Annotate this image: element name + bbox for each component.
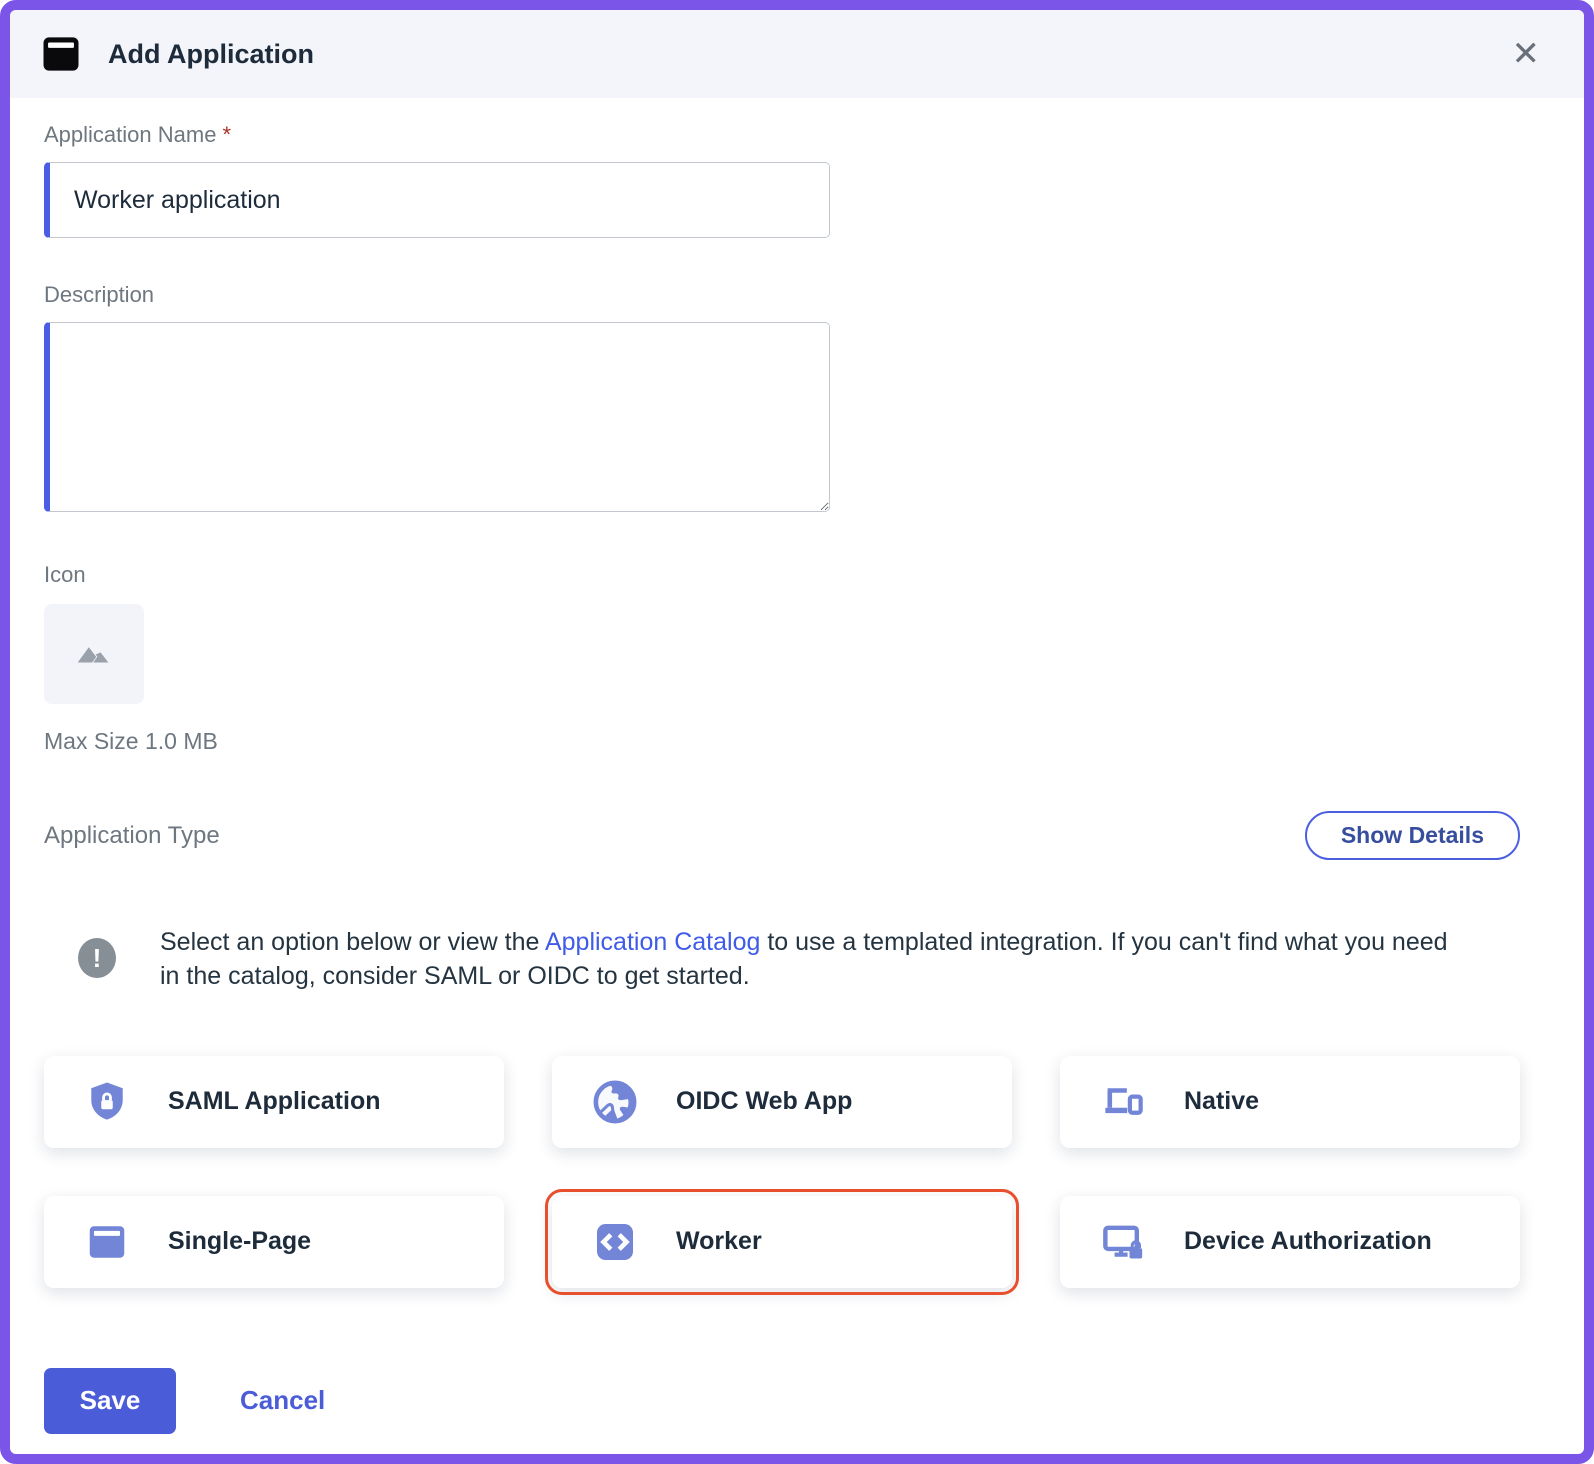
- close-icon[interactable]: ✕: [1512, 37, 1541, 71]
- modal-footer: Save Cancel: [44, 1368, 1520, 1434]
- icon-upload-area[interactable]: [44, 604, 144, 704]
- card-label: Worker: [676, 1227, 762, 1256]
- modal-title: Add Application: [108, 39, 314, 70]
- card-oidc-web-app[interactable]: OIDC Web App: [552, 1056, 1012, 1148]
- add-application-modal: Add Application ✕ Application Name* Desc…: [0, 0, 1594, 1464]
- icon-group: Icon Max Size 1.0 MB: [44, 562, 1520, 755]
- application-name-group: Application Name*: [44, 122, 1520, 238]
- description-label: Description: [44, 282, 154, 307]
- code-icon: [592, 1219, 638, 1265]
- card-native[interactable]: Native: [1060, 1056, 1520, 1148]
- globe-icon: [592, 1079, 638, 1125]
- show-details-button[interactable]: Show Details: [1305, 811, 1520, 860]
- card-label: Device Authorization: [1184, 1227, 1432, 1256]
- monitor-lock-icon: [1100, 1219, 1146, 1265]
- image-mountain-icon: [71, 629, 117, 680]
- notice-text: Select an option below or view the Appli…: [160, 926, 1460, 994]
- application-catalog-link[interactable]: Application Catalog: [545, 928, 760, 956]
- app-window-icon: [40, 33, 82, 75]
- application-type-grid: SAML Application OIDC Web App: [44, 1056, 1520, 1288]
- card-label: SAML Application: [168, 1087, 381, 1116]
- application-name-input[interactable]: [44, 162, 830, 238]
- description-group: Description: [44, 282, 1520, 512]
- save-button[interactable]: Save: [44, 1368, 176, 1434]
- shield-lock-icon: [84, 1079, 130, 1125]
- devices-icon: [1100, 1079, 1146, 1125]
- required-asterisk: *: [222, 122, 231, 147]
- card-worker[interactable]: Worker: [552, 1196, 1012, 1288]
- application-type-row: Application Type Show Details: [44, 811, 1520, 860]
- max-size-text: Max Size 1.0 MB: [44, 728, 1520, 755]
- card-label: Single-Page: [168, 1227, 311, 1256]
- browser-icon: [84, 1219, 130, 1265]
- card-single-page[interactable]: Single-Page: [44, 1196, 504, 1288]
- card-label: OIDC Web App: [676, 1087, 852, 1116]
- modal-header: Add Application ✕: [10, 10, 1584, 98]
- card-saml-application[interactable]: SAML Application: [44, 1056, 504, 1148]
- card-label: Native: [1184, 1087, 1259, 1116]
- card-device-authorization[interactable]: Device Authorization: [1060, 1196, 1520, 1288]
- icon-label: Icon: [44, 562, 86, 587]
- description-textarea[interactable]: [44, 322, 830, 512]
- modal-body: Application Name* Description Icon Max S…: [10, 98, 1584, 1434]
- notice-row: ! Select an option below or view the App…: [44, 926, 1520, 994]
- application-name-label: Application Name*: [44, 122, 231, 147]
- application-type-label: Application Type: [44, 822, 220, 850]
- cancel-button[interactable]: Cancel: [240, 1385, 325, 1416]
- info-exclamation-icon: !: [78, 938, 116, 978]
